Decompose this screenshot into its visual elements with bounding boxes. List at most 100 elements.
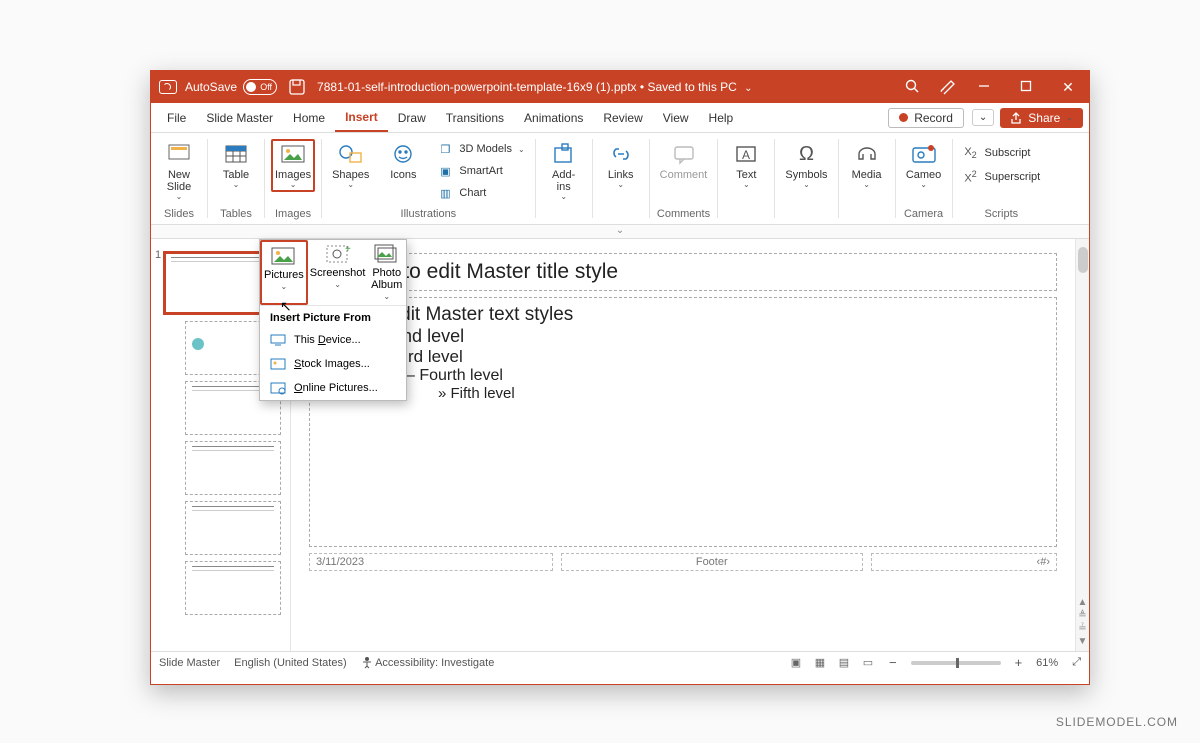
tab-file[interactable]: File xyxy=(157,103,196,132)
autosave-toggle[interactable]: AutoSave Off xyxy=(185,79,277,95)
status-accessibility[interactable]: Accessibility: Investigate xyxy=(361,656,495,669)
slideshow-view-icon[interactable]: ▭ xyxy=(861,656,875,669)
chevron-down-icon: ⌄ xyxy=(1066,113,1073,122)
menu-this-device[interactable]: This Device... xyxy=(260,328,406,352)
titlebar: AutoSave Off 7881-01-self-introduction-p… xyxy=(151,71,1089,103)
svg-text:A: A xyxy=(742,148,750,162)
group-illustrations: Shapes⌄ Icons ❒3D Models ⌄ ▣SmartArt ▥Ch… xyxy=(322,133,535,224)
zoom-knob[interactable] xyxy=(956,658,959,668)
minimize-button[interactable] xyxy=(963,80,1005,95)
subscript-button[interactable]: X2Subscript xyxy=(959,143,1045,163)
view-switcher: ▣ ▦ ▤ ▭ xyxy=(789,656,875,669)
chevron-down-icon: ⌄ xyxy=(920,181,927,190)
footer-placeholder[interactable]: Footer xyxy=(561,553,863,571)
title-placeholder[interactable]: Click to edit Master title style xyxy=(309,253,1057,291)
sorter-view-icon[interactable]: ▦ xyxy=(813,656,827,669)
icons-button[interactable]: Icons xyxy=(381,139,425,183)
tab-view[interactable]: View xyxy=(653,103,699,132)
draw-mode-icon[interactable] xyxy=(939,78,957,97)
menu-stock-images[interactable]: Stock Images... xyxy=(260,352,406,376)
zoom-value[interactable]: 61% xyxy=(1036,657,1058,669)
tab-review[interactable]: Review xyxy=(593,103,652,132)
tab-help[interactable]: Help xyxy=(699,103,744,132)
ribbon: New Slide⌄ Slides Table⌄ Tables Images⌄ xyxy=(151,133,1089,225)
smartart-button[interactable]: ▣SmartArt xyxy=(433,161,528,181)
autosave-label: AutoSave xyxy=(185,80,237,94)
slide-canvas[interactable]: Click to edit Master title style Click t… xyxy=(291,239,1075,651)
superscript-icon: X2 xyxy=(963,169,979,185)
search-icon[interactable] xyxy=(891,79,933,96)
group-tables: Table⌄ Tables xyxy=(208,133,264,224)
textbox-icon: A xyxy=(732,141,760,167)
zoom-out-icon[interactable]: − xyxy=(889,655,897,670)
normal-view-icon[interactable]: ▣ xyxy=(789,656,803,669)
scroll-next-icon[interactable]: ≟ xyxy=(1078,623,1086,634)
layout-thumbnail[interactable] xyxy=(185,501,281,555)
3d-models-button[interactable]: ❒3D Models ⌄ xyxy=(433,139,528,159)
record-button[interactable]: Record xyxy=(888,108,964,128)
text-level5: Fifth level xyxy=(438,385,1044,402)
scrollbar-thumb[interactable] xyxy=(1078,247,1088,273)
ribbon-collapse-toggle[interactable]: ⌄ xyxy=(151,225,1089,239)
photo-album-icon xyxy=(374,244,400,266)
menu-online-pictures[interactable]: Online Pictures... xyxy=(260,376,406,400)
reading-view-icon[interactable]: ▤ xyxy=(837,656,851,669)
chevron-down-icon: ⌄ xyxy=(744,83,752,94)
images-button[interactable]: Images⌄ xyxy=(271,139,315,192)
addins-icon xyxy=(550,141,578,167)
content-placeholder[interactable]: Click to edit Master text styles Second … xyxy=(309,297,1057,547)
table-button[interactable]: Table⌄ xyxy=(214,139,258,192)
slidenum-placeholder[interactable]: ‹#› xyxy=(871,553,1058,571)
tab-transitions[interactable]: Transitions xyxy=(436,103,514,132)
ribbon-options-dropdown[interactable]: ⌄ xyxy=(972,109,994,126)
tab-slide-master[interactable]: Slide Master xyxy=(196,103,283,132)
save-icon[interactable] xyxy=(289,79,305,95)
text-button[interactable]: A Text⌄ xyxy=(724,139,768,192)
status-mode: Slide Master xyxy=(159,657,220,669)
zoom-slider[interactable] xyxy=(911,661,1001,665)
tab-animations[interactable]: Animations xyxy=(514,103,593,132)
device-icon xyxy=(270,333,286,347)
date-placeholder[interactable]: 3/11/2023 xyxy=(309,553,553,571)
screenshot-menu-button[interactable]: + Screenshot ⌄ xyxy=(308,240,368,305)
document-title[interactable]: 7881-01-self-introduction-powerpoint-tem… xyxy=(317,80,753,94)
photo-album-menu-button[interactable]: Photo Album ⌄ xyxy=(367,240,406,305)
group-links: Links⌄ xyxy=(593,133,649,224)
share-button[interactable]: Share ⌄ xyxy=(1000,108,1083,128)
comment-icon xyxy=(670,141,698,167)
layout-thumbnail[interactable] xyxy=(185,561,281,615)
images-icon xyxy=(279,141,307,167)
symbols-button[interactable]: Ω Symbols⌄ xyxy=(781,139,831,192)
footer-placeholders: 3/11/2023 Footer ‹#› xyxy=(309,553,1057,571)
new-slide-icon xyxy=(165,141,193,167)
new-slide-button[interactable]: New Slide⌄ xyxy=(157,139,201,204)
links-icon xyxy=(607,141,635,167)
cameo-button[interactable]: Cameo⌄ xyxy=(902,139,946,192)
fit-window-icon[interactable]: ⤢ xyxy=(1072,656,1081,669)
chart-icon: ▥ xyxy=(437,187,453,200)
chart-button[interactable]: ▥Chart xyxy=(433,183,528,203)
maximize-button[interactable] xyxy=(1005,80,1047,95)
tab-home[interactable]: Home xyxy=(283,103,335,132)
shapes-icon xyxy=(337,141,365,167)
scroll-down-icon[interactable]: ▼ xyxy=(1078,636,1088,647)
table-icon xyxy=(222,141,250,167)
addins-button[interactable]: Add- ins⌄ xyxy=(542,139,586,204)
scroll-prev-icon[interactable]: ≜ xyxy=(1078,610,1086,621)
watermark: SLIDEMODEL.COM xyxy=(1056,715,1178,729)
group-addins: Add- ins⌄ xyxy=(536,133,592,224)
links-button[interactable]: Links⌄ xyxy=(599,139,643,192)
zoom-in-icon[interactable]: + xyxy=(1015,655,1023,670)
vertical-scrollbar[interactable]: ▲ ≜ ≟ ▼ xyxy=(1075,239,1089,651)
scroll-up-icon[interactable]: ▲ xyxy=(1078,597,1088,608)
close-button[interactable]: ✕ xyxy=(1047,79,1089,96)
shapes-button[interactable]: Shapes⌄ xyxy=(328,139,373,192)
tab-insert[interactable]: Insert xyxy=(335,103,388,132)
pictures-menu-button[interactable]: Pictures ⌄ ↖ xyxy=(260,240,308,305)
status-language[interactable]: English (United States) xyxy=(234,657,347,669)
media-button[interactable]: Media⌄ xyxy=(845,139,889,192)
layout-thumbnail[interactable] xyxy=(185,441,281,495)
tab-draw[interactable]: Draw xyxy=(388,103,436,132)
superscript-button[interactable]: X2Superscript xyxy=(959,167,1045,187)
group-comments: Comment Comments xyxy=(650,133,718,224)
